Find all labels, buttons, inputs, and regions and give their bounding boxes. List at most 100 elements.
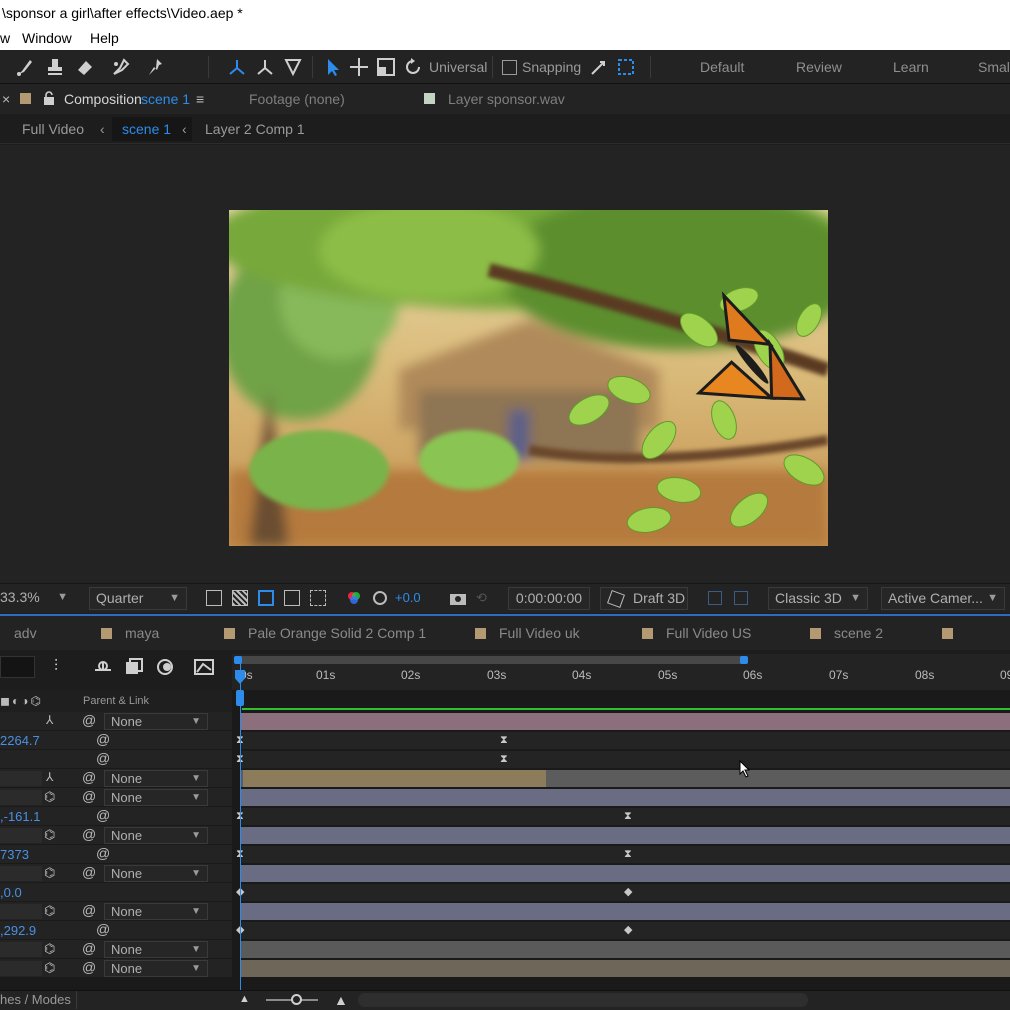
parent-dropdown[interactable]: None ▼ [104, 789, 208, 806]
expression-pick-whip-icon[interactable]: @ [96, 750, 110, 766]
scale-tool-icon[interactable] [375, 56, 397, 78]
local-axis-icon[interactable] [226, 56, 248, 78]
3d-layer-icon[interactable]: ⌬ [44, 865, 55, 881]
property-row[interactable]: 2264.7 @ ⧗ ⧗ [0, 731, 1010, 750]
view-axis-icon[interactable] [282, 56, 304, 78]
move-tool-icon[interactable] [348, 56, 370, 78]
selection-tool-icon[interactable] [322, 56, 344, 78]
camera-dropdown[interactable]: Active Camer... ▼ [881, 587, 1005, 610]
zoom-out-icon[interactable]: ▲ [239, 993, 250, 1005]
audio-layer-bar[interactable] [243, 770, 546, 787]
3d-layer-icon[interactable]: ⌬ [44, 789, 55, 805]
collapse-transform-icon[interactable]: ⅄ [46, 713, 53, 727]
layer-switches[interactable] [0, 866, 42, 881]
breadcrumb-layer-2-comp-1[interactable]: Layer 2 Comp 1 [205, 114, 305, 144]
layer-row[interactable]: ⅄ @ None ▼ [0, 712, 1010, 731]
parent-dropdown[interactable]: None ▼ [104, 827, 208, 844]
draft-3d-toggle[interactable]: Draft 3D [600, 587, 688, 610]
time-ruler[interactable]: 0s 01s 02s 03s 04s 05s 06s 07s 08s 09 [232, 654, 1010, 690]
parent-dropdown[interactable]: None ▼ [104, 960, 208, 977]
keyframe-icon[interactable]: ⧗ [500, 735, 508, 746]
timeline-scrollbar[interactable] [358, 993, 808, 1007]
breadcrumb-scene-1[interactable]: scene 1 [122, 114, 171, 144]
layer-row[interactable]: ⌬ @ None ▼ [0, 864, 1010, 883]
lock-icon[interactable] [43, 91, 55, 105]
property-value[interactable]: 7373 [0, 845, 29, 864]
exposure-value[interactable]: +0.0 [395, 584, 421, 612]
rotate-tool-icon[interactable] [402, 56, 424, 78]
property-value[interactable]: 2264.7 [0, 731, 40, 750]
expression-pick-whip-icon[interactable]: @ [96, 845, 110, 861]
pick-whip-icon[interactable]: @ [82, 788, 96, 804]
keyframe-icon[interactable]: ◆ [624, 887, 632, 898]
workspace-learn[interactable]: Learn [893, 50, 929, 84]
layer-duration-bar[interactable] [241, 903, 1010, 920]
workspace-review[interactable]: Review [796, 50, 842, 84]
draft-3d-timeline-icon[interactable] [93, 658, 113, 676]
composition-flowchart-icon[interactable]: ⫶ [54, 658, 74, 676]
transparency-grid-icon[interactable] [232, 590, 248, 606]
pick-whip-icon[interactable]: @ [82, 769, 96, 785]
puppet-pin-icon[interactable] [146, 56, 168, 78]
world-axis-icon[interactable] [254, 56, 276, 78]
pick-whip-icon[interactable]: @ [82, 712, 96, 728]
snapping-checkbox[interactable] [502, 60, 517, 75]
layer-row[interactable]: ⌬ @ None ▼ [0, 940, 1010, 959]
property-row[interactable]: 7373 @ ⧗ ⧗ [0, 845, 1010, 864]
roto-brush-icon[interactable] [110, 56, 132, 78]
universal-label[interactable]: Universal [429, 50, 487, 84]
parent-dropdown[interactable]: None ▼ [104, 941, 208, 958]
workspace-default[interactable]: Default [700, 50, 744, 84]
layer-switches[interactable] [0, 942, 42, 957]
3d-layer-icon[interactable]: ⌬ [44, 903, 55, 919]
keyframe-icon[interactable]: ⧗ [624, 811, 632, 822]
timecode-field[interactable]: 0:00:00:00 [508, 587, 590, 610]
workspace-small[interactable]: Small [978, 50, 1010, 84]
snap-bounds-icon[interactable] [615, 56, 637, 78]
timeline-tab-full-video-uk[interactable]: Full Video uk [475, 616, 580, 650]
layer-duration-bar[interactable] [241, 713, 1010, 730]
property-row[interactable]: ,292.9 @ ◆ ◆ [0, 921, 1010, 940]
expression-pick-whip-icon[interactable]: @ [96, 731, 110, 747]
pick-whip-icon[interactable]: @ [82, 864, 96, 880]
resolution-dropdown[interactable]: Quarter ▼ [89, 587, 187, 610]
composition-tab-prefix[interactable]: Composition [64, 84, 142, 114]
layer-duration-bar[interactable] [241, 941, 1010, 958]
layer-row[interactable]: ⅄ @ None ▼ [0, 769, 1010, 788]
region-of-interest-icon[interactable] [284, 590, 300, 606]
layer-switches[interactable] [0, 961, 42, 976]
menu-window[interactable]: Window [22, 27, 72, 50]
layer-tab[interactable]: Layer sponsor.wav [448, 84, 565, 114]
layer-switches[interactable] [0, 828, 42, 843]
keyframe-icon[interactable]: ⧗ [624, 849, 632, 860]
property-row[interactable]: @ ⧗ ⧗ [0, 750, 1010, 769]
brush-icon[interactable] [14, 56, 36, 78]
keyframe-icon[interactable]: ◆ [624, 925, 632, 936]
timeline-zoom-thumb[interactable] [291, 994, 302, 1005]
layer-row[interactable]: ⌬ @ None ▼ [0, 788, 1010, 807]
layer-switches[interactable] [0, 790, 42, 805]
property-row[interactable]: ,0.0 ◆ ◆ [0, 883, 1010, 902]
layer-row[interactable]: ⌬ @ None ▼ [0, 902, 1010, 921]
channels-icon[interactable] [346, 590, 362, 606]
toggle-switches-modes[interactable]: hes / Modes [0, 991, 71, 1009]
switches-icons[interactable]: ◼◐◑⌬ [0, 694, 56, 708]
mask-path-icon[interactable] [258, 590, 274, 606]
property-value[interactable]: ,0.0 [0, 883, 22, 902]
layer-duration-bar[interactable] [241, 827, 1010, 844]
motion-blur-icon[interactable] [155, 658, 175, 676]
timeline-tab-adv[interactable]: adv [14, 616, 37, 650]
menu-help[interactable]: Help [90, 27, 119, 50]
collapse-transform-icon[interactable]: ⅄ [46, 770, 53, 784]
timeline-tab-full-video-us[interactable]: Full Video US [642, 616, 751, 650]
parent-dropdown[interactable]: None ▼ [104, 770, 208, 787]
reset-exposure-icon[interactable] [372, 590, 388, 606]
frame-blending-icon[interactable] [124, 658, 144, 676]
pick-whip-icon[interactable]: @ [82, 826, 96, 842]
breadcrumb-full-video[interactable]: Full Video [22, 114, 84, 144]
layer-search-input[interactable] [0, 656, 35, 678]
renderer-dropdown[interactable]: Classic 3D ▼ [768, 587, 868, 610]
property-value[interactable]: ,292.9 [0, 921, 36, 940]
property-row[interactable]: ,-161.1 @ ⧗ ⧗ [0, 807, 1010, 826]
property-value[interactable]: ,-161.1 [0, 807, 40, 826]
